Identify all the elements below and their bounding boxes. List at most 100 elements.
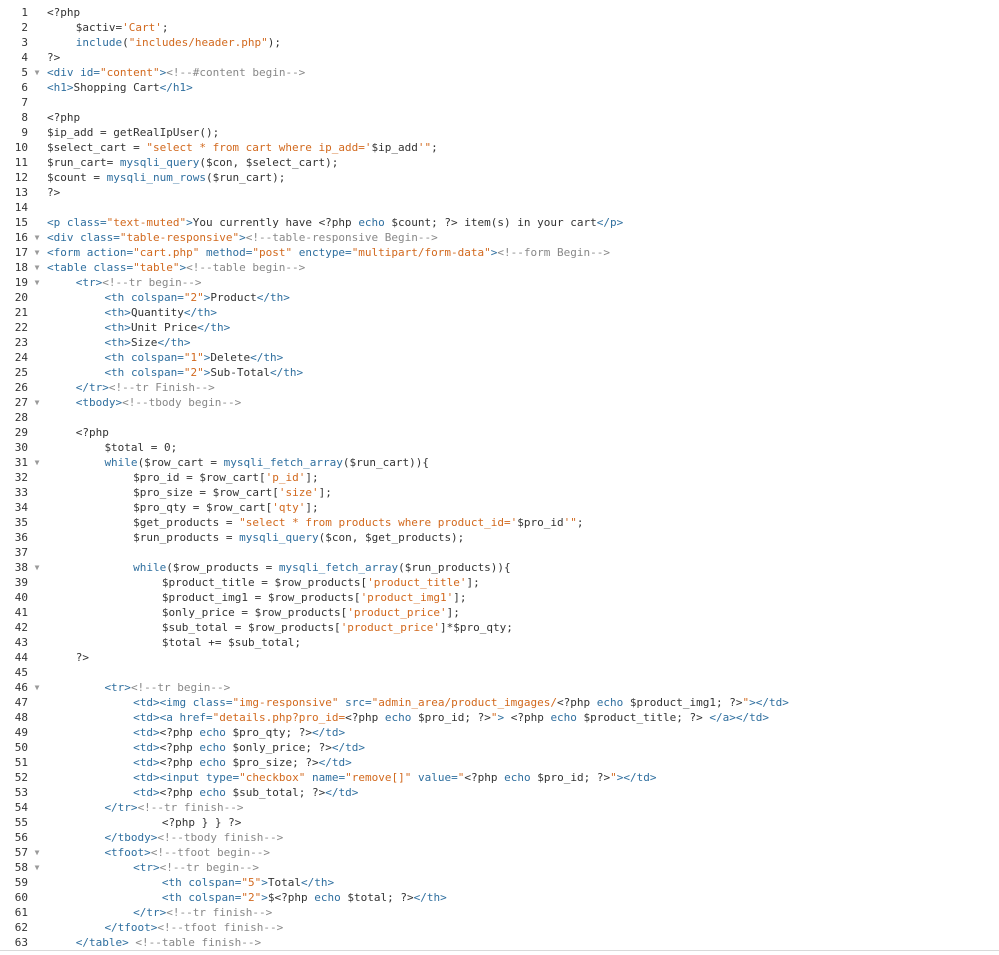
code-line[interactable]: 29 <?php bbox=[0, 425, 999, 440]
code-line[interactable]: 11 $run_cart= mysqli_query($con, $select_… bbox=[0, 155, 999, 170]
code-token: <th> bbox=[104, 336, 131, 349]
code-line[interactable]: 62 </tfoot><!--tfoot finish--> bbox=[0, 920, 999, 935]
fold-arrow-icon[interactable]: ▼ bbox=[33, 230, 41, 245]
code-token: <!--tr finish--> bbox=[166, 906, 273, 919]
line-number: 13 bbox=[14, 186, 28, 199]
fold-arrow-icon[interactable]: ▼ bbox=[33, 245, 41, 260]
code-line[interactable]: 13 ?> bbox=[0, 185, 999, 200]
code-line[interactable]: 31 ▼ while($row_cart = mysqli_fetch_array(… bbox=[0, 455, 999, 470]
code-line[interactable]: 57 ▼ <tfoot><!--tfoot begin--> bbox=[0, 845, 999, 860]
fold-arrow-icon[interactable]: ▼ bbox=[33, 680, 41, 695]
code-line[interactable]: 40 $product_img1 = $row_products['product… bbox=[0, 590, 999, 605]
code-token: action= bbox=[86, 246, 134, 259]
code-line[interactable]: 17 ▼ <form action="cart.php" method="post"… bbox=[0, 245, 999, 260]
code-line[interactable]: 45 bbox=[0, 665, 999, 680]
code-line[interactable]: 23 <th>Size</th> bbox=[0, 335, 999, 350]
fold-arrow-icon[interactable]: ▼ bbox=[33, 845, 41, 860]
code-line[interactable]: 38 ▼ while($row_products = mysqli_fetch_ar… bbox=[0, 560, 999, 575]
code-text: $count = mysqli_num_rows($run_cart); bbox=[47, 170, 285, 185]
code-line[interactable]: 52 <td><input type="checkbox" name="remov… bbox=[0, 770, 999, 785]
code-line[interactable]: 3 include("includes/header.php"); bbox=[0, 35, 999, 50]
code-line[interactable]: 42 $sub_total = $row_products['product_pr… bbox=[0, 620, 999, 635]
code-line[interactable]: 46 ▼ <tr><!--tr begin--> bbox=[0, 680, 999, 695]
code-line[interactable]: 51 <td><?php echo $pro_size; ?></td> bbox=[0, 755, 999, 770]
line-number: 28 bbox=[14, 411, 28, 424]
code-token: Sub-Total bbox=[210, 366, 271, 379]
code-line[interactable]: 15 <p class="text-muted">You currently ha… bbox=[0, 215, 999, 230]
fold-arrow-icon[interactable]: ▼ bbox=[33, 560, 41, 575]
code-text: $product_title = $row_products['product_… bbox=[162, 575, 480, 590]
code-token: <td><img bbox=[133, 696, 193, 709]
code-line[interactable]: 30 $total = 0; bbox=[0, 440, 999, 455]
code-line[interactable]: 33 $pro_size = $row_cart['size']; bbox=[0, 485, 999, 500]
code-line[interactable]: 53 <td><?php echo $sub_total; ?></td> bbox=[0, 785, 999, 800]
code-token: > bbox=[239, 231, 246, 244]
code-line[interactable]: 10 $select_cart = "select * from cart whe… bbox=[0, 140, 999, 155]
code-line[interactable]: 61 </tr><!--tr finish--> bbox=[0, 905, 999, 920]
code-line[interactable]: 27 ▼ <tbody><!--tbody begin--> bbox=[0, 395, 999, 410]
fold-arrow-icon[interactable]: ▼ bbox=[33, 260, 41, 275]
code-token: $pro_id bbox=[517, 516, 564, 529]
code-line[interactable]: 43 $total += $sub_total; bbox=[0, 635, 999, 650]
code-token: <!--tfoot finish--> bbox=[157, 921, 284, 934]
code-line[interactable]: 39 $product_title = $row_products['produc… bbox=[0, 575, 999, 590]
line-number: 47 bbox=[14, 696, 28, 709]
code-line[interactable]: 60 <th colspan="2">$<?php echo $total; ?>… bbox=[0, 890, 999, 905]
code-line[interactable]: 16 ▼ <div class="table-responsive"><!--tab… bbox=[0, 230, 999, 245]
code-line[interactable]: 19 ▼ <tr><!--tr begin--> bbox=[0, 275, 999, 290]
code-line[interactable]: 20 <th colspan="2">Product</th> bbox=[0, 290, 999, 305]
fold-arrow-icon[interactable]: ▼ bbox=[33, 860, 41, 875]
code-token: </td> bbox=[331, 741, 365, 754]
code-line[interactable]: 50 <td><?php echo $only_price; ?></td> bbox=[0, 740, 999, 755]
code-token: "details.php?pro_id= bbox=[212, 711, 346, 724]
code-line[interactable]: 56 </tbody><!--tbody finish--> bbox=[0, 830, 999, 845]
code-line[interactable]: 18 ▼ <table class="table"><!--table begin-… bbox=[0, 260, 999, 275]
code-line[interactable]: 28 bbox=[0, 410, 999, 425]
code-line[interactable]: 5 ▼ <div id="content"><!--#content begin--… bbox=[0, 65, 999, 80]
code-line[interactable]: 48 <td><a href="details.php?pro_id=<?php … bbox=[0, 710, 999, 725]
code-line[interactable]: 8 <?php bbox=[0, 110, 999, 125]
code-line[interactable]: 6 <h1>Shopping Cart</h1> bbox=[0, 80, 999, 95]
code-token: $pro_qty = $row_cart[ bbox=[133, 501, 273, 514]
code-token: "img-responsive" bbox=[232, 696, 339, 709]
fold-arrow-icon[interactable]: ▼ bbox=[33, 455, 41, 470]
code-line[interactable]: 25 <th colspan="2">Sub-Total</th> bbox=[0, 365, 999, 380]
code-line[interactable]: 26 </tr><!--tr Finish--> bbox=[0, 380, 999, 395]
code-line[interactable]: 1 <?php bbox=[0, 5, 999, 20]
code-line[interactable]: 36 $run_products = mysqli_query($con, $ge… bbox=[0, 530, 999, 545]
code-line[interactable]: 58 ▼ <tr><!--tr begin--> bbox=[0, 860, 999, 875]
code-line[interactable]: 35 $get_products = "select * from product… bbox=[0, 515, 999, 530]
line-number: 51 bbox=[14, 756, 28, 769]
code-token: mysqli_query bbox=[239, 531, 319, 544]
code-line[interactable]: 22 <th>Unit Price</th> bbox=[0, 320, 999, 335]
code-token: </th> bbox=[270, 366, 304, 379]
code-line[interactable]: 59 <th colspan="5">Total</th> bbox=[0, 875, 999, 890]
code-editor[interactable]: 1 <?php 2 $activ='Cart'; 3 include("includes/… bbox=[0, 0, 999, 955]
code-line[interactable]: 7 bbox=[0, 95, 999, 110]
code-line[interactable]: 32 $pro_id = $row_cart['p_id']; bbox=[0, 470, 999, 485]
code-line[interactable]: 63 </table> <!--table finish--> bbox=[0, 935, 999, 950]
code-token: $sub_total = $row_products[ bbox=[161, 621, 341, 634]
code-line[interactable]: 49 <td><?php echo $pro_qty; ?></td> bbox=[0, 725, 999, 740]
line-number: 26 bbox=[14, 381, 28, 394]
code-line[interactable]: 37 bbox=[0, 545, 999, 560]
code-line[interactable]: 24 <th colspan="1">Delete</th> bbox=[0, 350, 999, 365]
code-token: <tfoot> bbox=[104, 846, 151, 859]
code-line[interactable]: 2 $activ='Cart'; bbox=[0, 20, 999, 35]
code-line[interactable]: 12 $count = mysqli_num_rows($run_cart); bbox=[0, 170, 999, 185]
code-text: <th>Unit Price</th> bbox=[104, 320, 230, 335]
code-line[interactable]: 47 <td><img class="img-responsive" src="a… bbox=[0, 695, 999, 710]
code-line[interactable]: 41 $only_price = $row_products['product_p… bbox=[0, 605, 999, 620]
code-line[interactable]: 21 <th>Quantity</th> bbox=[0, 305, 999, 320]
fold-arrow-icon[interactable]: ▼ bbox=[33, 395, 41, 410]
code-line[interactable]: 34 $pro_qty = $row_cart['qty']; bbox=[0, 500, 999, 515]
code-line[interactable]: 44 ?> bbox=[0, 650, 999, 665]
code-text: <tfoot><!--tfoot begin--> bbox=[104, 845, 270, 860]
code-line[interactable]: 14 bbox=[0, 200, 999, 215]
fold-arrow-icon[interactable]: ▼ bbox=[33, 275, 41, 290]
code-line[interactable]: 4 ?> bbox=[0, 50, 999, 65]
code-line[interactable]: 55 <?php } } ?> bbox=[0, 815, 999, 830]
code-line[interactable]: 9 $ip_add = getRealIpUser(); bbox=[0, 125, 999, 140]
fold-arrow-icon[interactable]: ▼ bbox=[33, 65, 41, 80]
code-line[interactable]: 54 </tr><!--tr finish--> bbox=[0, 800, 999, 815]
